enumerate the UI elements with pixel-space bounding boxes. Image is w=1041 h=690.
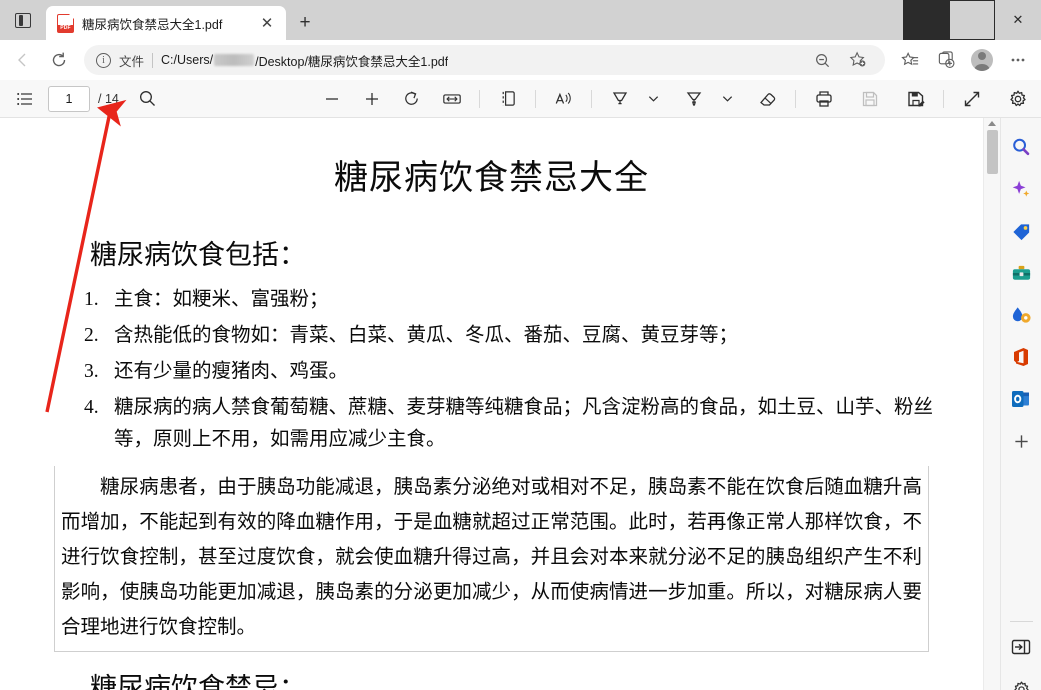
rotate-icon[interactable]	[395, 84, 429, 114]
save-icon[interactable]	[853, 84, 887, 114]
document-paragraph: 糖尿病患者，由于胰岛功能减退，胰岛素分泌绝对或相对不足，胰岛素不能在饮食后随血糖…	[54, 466, 929, 652]
fit-to-width-icon[interactable]	[435, 84, 469, 114]
window-controls: ✕	[903, 0, 1041, 40]
document-list: 1. 主食：如粳米、富强粉； 2. 含热能低的食物如：青菜、白菜、黄瓜、冬瓜、番…	[28, 284, 955, 456]
list-item-text: 还有少量的瘦猪肉、鸡蛋。	[114, 361, 349, 382]
url-text: C:/Users/ /Desktop/糖尿病饮食禁忌大全1.pdf	[161, 51, 448, 70]
profile-avatar[interactable]	[965, 44, 999, 76]
list-item-text: 主食：如粳米、富强粉；	[114, 289, 329, 310]
zoom-in-icon[interactable]	[355, 84, 389, 114]
add-favorite-icon[interactable]	[841, 44, 875, 76]
table-of-contents-icon[interactable]	[8, 84, 42, 114]
url-suffix: /Desktop/糖尿病饮食禁忌大全1.pdf	[255, 54, 449, 69]
navigation-bar: i 文件 C:/Users/ /Desktop/糖尿病饮食禁忌大全1.pdf	[0, 40, 1041, 80]
print-icon[interactable]	[807, 84, 841, 114]
toggle-sidebar-icon[interactable]	[1006, 632, 1036, 662]
document-title: 糖尿病饮食禁忌大全	[334, 160, 649, 197]
pdf-scrollbar[interactable]	[983, 118, 1000, 690]
title-bar: PDF 糖尿病饮食禁忌大全1.pdf ✕ + ✕	[0, 0, 1041, 40]
settings-gear-icon[interactable]	[1001, 84, 1035, 114]
copilot-icon[interactable]	[1006, 174, 1036, 204]
close-icon[interactable]: ✕	[254, 10, 280, 36]
list-item-number: 2.	[84, 325, 99, 346]
office-icon[interactable]	[1006, 342, 1036, 372]
document-content: 糖尿病饮食禁忌大全 糖尿病饮食包括： 1. 主食：如粳米、富强粉； 2. 含热能…	[28, 150, 955, 690]
tab-actions-button[interactable]	[0, 0, 46, 40]
chevron-down-icon[interactable]	[711, 84, 745, 114]
url-prefix: C:/Users/	[161, 53, 214, 67]
shopping-tag-icon[interactable]	[1006, 216, 1036, 246]
page-view-icon[interactable]	[491, 84, 525, 114]
sidebar-settings-icon[interactable]	[1006, 674, 1036, 690]
edge-sidebar	[1000, 118, 1041, 690]
divider	[1009, 621, 1033, 622]
plus-icon[interactable]: +	[292, 10, 318, 36]
list-item-text: 糖尿病的病人禁食葡萄糖、蔗糖、麦芽糖等纯糖食品；凡含淀粉高的食品，如土豆、山芋、…	[114, 397, 934, 450]
save-as-icon[interactable]	[899, 84, 933, 114]
address-bar[interactable]: i 文件 C:/Users/ /Desktop/糖尿病饮食禁忌大全1.pdf	[84, 45, 885, 75]
pdf-toolbar: 1 / 14	[0, 80, 1041, 118]
divider	[152, 52, 154, 68]
page-number-input[interactable]: 1	[48, 85, 90, 112]
page-total-label: / 14	[98, 91, 119, 106]
add-sidebar-icon[interactable]	[1006, 426, 1036, 456]
reload-icon[interactable]	[42, 44, 76, 76]
document-heading-2: 糖尿病饮食禁忌：	[90, 673, 306, 690]
image-creator-icon[interactable]	[1006, 300, 1036, 330]
list-item-number: 1.	[84, 289, 99, 310]
list-item: 4. 糖尿病的病人禁食葡萄糖、蔗糖、麦芽糖等纯糖食品；凡含淀粉高的食品，如土豆、…	[84, 392, 955, 456]
more-options-icon[interactable]	[1001, 44, 1035, 76]
url-scheme-label: 文件	[119, 54, 145, 69]
panel-icon	[15, 12, 31, 28]
list-item-number: 3.	[84, 361, 99, 382]
list-item: 3. 还有少量的瘦猪肉、鸡蛋。	[84, 356, 955, 388]
list-item-text: 含热能低的食物如：青菜、白菜、黄瓜、冬瓜、番茄、豆腐、黄豆芽等；	[114, 325, 739, 346]
list-item: 2. 含热能低的食物如：青菜、白菜、黄瓜、冬瓜、番茄、豆腐、黄豆芽等；	[84, 320, 955, 352]
pdf-page: 糖尿病饮食禁忌大全 糖尿病饮食包括： 1. 主食：如粳米、富强粉； 2. 含热能…	[0, 118, 983, 690]
info-icon[interactable]: i	[96, 52, 111, 68]
minimize-icon[interactable]	[903, 0, 949, 40]
browser-content: 糖尿病饮食禁忌大全 糖尿病饮食包括： 1. 主食：如粳米、富强粉； 2. 含热能…	[0, 118, 1041, 690]
pdf-file-icon-label: PDF	[58, 24, 73, 32]
add-tab-group-icon[interactable]	[929, 44, 963, 76]
list-item-number: 4.	[84, 397, 99, 418]
outlook-icon[interactable]	[1006, 384, 1036, 414]
highlighter-icon[interactable]	[603, 84, 637, 114]
eraser-icon[interactable]	[751, 84, 785, 114]
browser-tab[interactable]: PDF 糖尿病饮食禁忌大全1.pdf ✕	[46, 6, 286, 40]
tools-icon[interactable]	[1006, 258, 1036, 288]
search-icon[interactable]	[131, 84, 165, 114]
tab-title: 糖尿病饮食禁忌大全1.pdf	[82, 17, 223, 32]
back-arrow-icon[interactable]	[6, 44, 40, 76]
zoom-out-icon[interactable]	[315, 84, 349, 114]
document-heading-1: 糖尿病饮食包括：	[90, 240, 306, 270]
draw-pen-icon[interactable]	[677, 84, 711, 114]
zoom-out-icon[interactable]	[805, 44, 839, 76]
close-icon[interactable]: ✕	[995, 0, 1041, 40]
redacted-username	[214, 54, 255, 66]
pdf-viewer[interactable]: 糖尿病饮食禁忌大全 糖尿病饮食包括： 1. 主食：如粳米、富强粉； 2. 含热能…	[0, 118, 983, 690]
collections-icon[interactable]	[893, 44, 927, 76]
list-item: 1. 主食：如粳米、富强粉；	[84, 284, 955, 316]
scrollbar-thumb[interactable]	[986, 130, 998, 174]
sidebar-bottom-actions	[1006, 613, 1036, 690]
search-icon[interactable]	[1006, 132, 1036, 162]
expand-icon[interactable]	[955, 84, 989, 114]
maximize-icon[interactable]	[949, 0, 995, 40]
read-aloud-icon[interactable]	[547, 84, 581, 114]
scroll-up-icon[interactable]	[988, 121, 996, 126]
chevron-down-icon[interactable]	[637, 84, 671, 114]
pdf-file-icon: PDF	[57, 13, 74, 33]
